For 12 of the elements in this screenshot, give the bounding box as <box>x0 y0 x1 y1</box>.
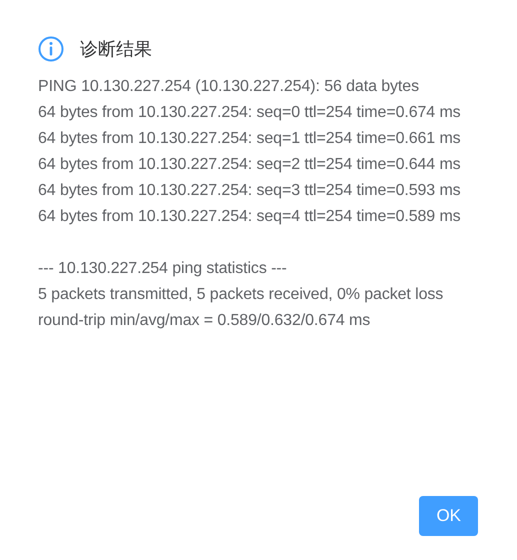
output-line: 64 bytes from 10.130.227.254: seq=0 ttl=254 time=0.674 ms <box>38 103 462 123</box>
output-line: 64 bytes from 10.130.227.254: seq=1 ttl=254 time=0.661 ms <box>38 129 462 149</box>
output-line: 5 packets transmitted, 5 packets received, 0% packet loss <box>38 285 444 305</box>
output-line: PING 10.130.227.254 (10.130.227.254): 56 data bytes <box>38 77 420 97</box>
output-line: 64 bytes from 10.130.227.254: seq=4 ttl=254 time=0.589 ms <box>38 207 462 227</box>
output-line: 64 bytes from 10.130.227.254: seq=2 ttl=254 time=0.644 ms <box>38 155 462 175</box>
ok-button[interactable]: OK <box>419 496 478 536</box>
output-line: 64 bytes from 10.130.227.254: seq=3 ttl=254 time=0.593 ms <box>38 181 462 201</box>
output-line: --- 10.130.227.254 ping statistics --- <box>38 259 288 279</box>
dialog-title: 诊断结果 <box>80 38 152 61</box>
output-line: round-trip min/avg/max = 0.589/0.632/0.674 ms <box>38 311 372 331</box>
info-icon <box>38 36 64 62</box>
